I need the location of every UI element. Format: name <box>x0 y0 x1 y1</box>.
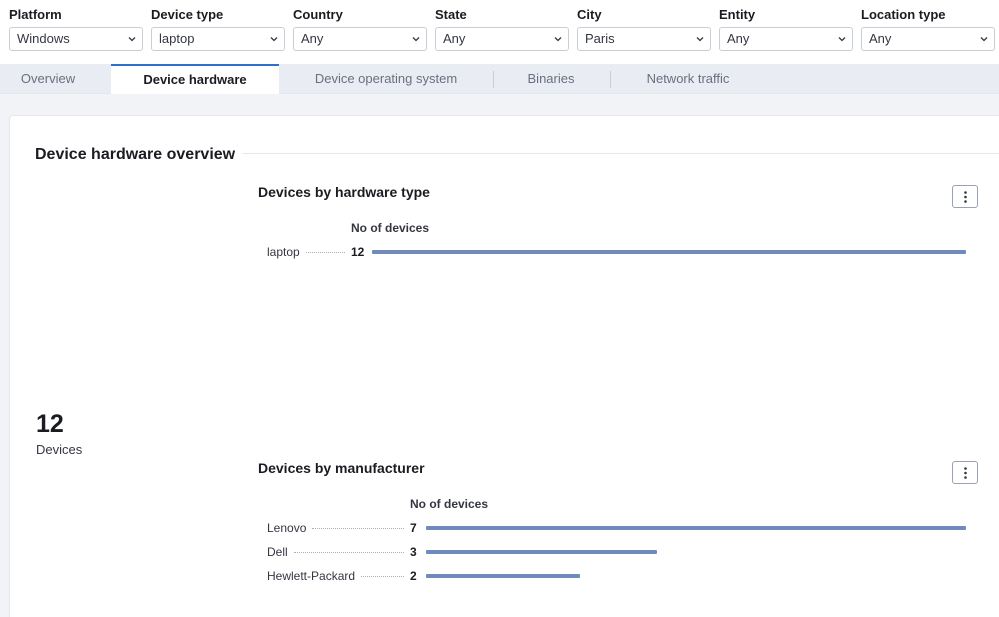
bar-label: Hewlett-Packard <box>267 569 356 583</box>
select-value: laptop <box>159 31 195 46</box>
manufacturer-column-header: No of devices <box>410 497 489 511</box>
bar-row: laptop 12 <box>267 244 966 260</box>
tab-divider <box>493 71 494 88</box>
tab-overview[interactable]: Overview <box>0 64 96 94</box>
chevron-down-icon <box>554 35 562 43</box>
platform-select[interactable]: Windows <box>9 27 143 51</box>
tab-bar: Overview Device hardware Device operatin… <box>0 64 999 94</box>
bar-row: Dell 3 <box>267 544 966 560</box>
filter-city: City Paris <box>577 6 711 51</box>
filter-label: Country <box>293 7 343 22</box>
section-divider <box>242 153 999 154</box>
more-vertical-icon <box>964 191 967 203</box>
bar-value: 3 <box>410 545 417 559</box>
select-value: Any <box>727 31 750 46</box>
tab-device-operating-system[interactable]: Device operating system <box>294 64 478 94</box>
tab-device-hardware[interactable]: Device hardware <box>111 64 279 94</box>
tab-network-traffic[interactable]: Network traffic <box>626 64 750 94</box>
select-value: Paris <box>585 31 615 46</box>
filter-platform: Platform Windows <box>9 6 143 51</box>
chevron-down-icon <box>838 35 846 43</box>
leader-dots <box>361 576 404 577</box>
chevron-down-icon <box>270 35 278 43</box>
filter-label: Location type <box>861 7 946 22</box>
bar-label: Lenovo <box>267 521 307 535</box>
bar-row: Hewlett-Packard 2 <box>267 568 966 584</box>
bar-value: 12 <box>351 245 365 259</box>
bar-label: Dell <box>267 545 288 559</box>
bar <box>426 574 580 578</box>
filter-label: Platform <box>9 7 62 22</box>
bar-row: Lenovo 7 <box>267 520 966 536</box>
leader-dots <box>293 552 404 553</box>
filter-country: Country Any <box>293 6 427 51</box>
filter-bar: Platform Windows Device type laptop Coun… <box>0 0 999 64</box>
hardware-type-chart-title: Devices by hardware type <box>258 184 430 200</box>
country-select[interactable]: Any <box>293 27 427 51</box>
select-value: Any <box>301 31 324 46</box>
bar <box>426 526 966 530</box>
filter-label: City <box>577 7 602 22</box>
filter-label: Entity <box>719 7 756 22</box>
device-type-select[interactable]: laptop <box>151 27 285 51</box>
city-select[interactable]: Paris <box>577 27 711 51</box>
chevron-down-icon <box>696 35 704 43</box>
leader-dots <box>305 252 345 253</box>
filter-state: State Any <box>435 6 569 51</box>
select-value: Windows <box>17 31 70 46</box>
chevron-down-icon <box>980 35 988 43</box>
bar-label: laptop <box>267 245 300 259</box>
section-title: Device hardware overview <box>35 146 236 163</box>
filter-location-type: Location type Any <box>861 6 995 51</box>
hardware-type-menu-button[interactable] <box>952 185 978 208</box>
select-value: Any <box>869 31 892 46</box>
device-count-value: 12 <box>36 410 64 438</box>
hardware-overview-panel: Device hardware overview 12 Devices Devi… <box>9 115 999 617</box>
bar <box>426 550 657 554</box>
tab-binaries[interactable]: Binaries <box>509 64 593 94</box>
bar-value: 7 <box>410 521 417 535</box>
bar-value: 2 <box>410 569 417 583</box>
more-vertical-icon <box>964 467 967 479</box>
hardware-type-column-header: No of devices <box>351 221 430 235</box>
filter-label: Device type <box>151 7 224 22</box>
filter-device-type: Device type laptop <box>151 6 285 51</box>
filter-label: State <box>435 7 467 22</box>
select-value: Any <box>443 31 466 46</box>
tab-divider <box>610 71 611 88</box>
chevron-down-icon <box>412 35 420 43</box>
location-type-select[interactable]: Any <box>861 27 995 51</box>
entity-select[interactable]: Any <box>719 27 853 51</box>
chevron-down-icon <box>128 35 136 43</box>
filter-entity: Entity Any <box>719 6 853 51</box>
manufacturer-menu-button[interactable] <box>952 461 978 484</box>
state-select[interactable]: Any <box>435 27 569 51</box>
device-count-label: Devices <box>36 442 83 457</box>
bar <box>372 250 966 254</box>
leader-dots <box>312 528 404 529</box>
manufacturer-chart-title: Devices by manufacturer <box>258 460 425 476</box>
